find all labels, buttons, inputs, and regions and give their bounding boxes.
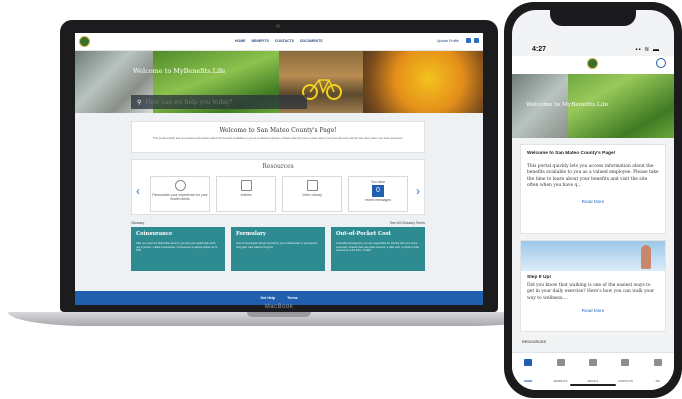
nav-contacts[interactable]: CONTACTS <box>275 39 294 43</box>
globe-icon <box>174 180 186 191</box>
search-icon[interactable] <box>466 38 471 43</box>
bicycle-icon <box>302 79 342 100</box>
read-more-link[interactable]: Read More <box>527 308 659 313</box>
nav-documents[interactable]: DOCUMENTS <box>300 39 323 43</box>
glossary-header: Glossary See All Glossary Terms <box>131 221 425 225</box>
message-count-badge: 0 <box>372 185 384 197</box>
nav-benefits[interactable]: BENEFITS <box>252 39 269 43</box>
tile-personalize[interactable]: Personalize your experience for your hea… <box>150 176 210 212</box>
tab-me[interactable]: ME <box>643 359 673 390</box>
home-indicator <box>570 384 616 386</box>
intro-body: This portal quickly lets you access info… <box>152 136 404 140</box>
glossary-card-coinsurance[interactable]: Coinsurance After you meet the deductibl… <box>131 227 225 271</box>
logo[interactable] <box>79 36 90 47</box>
runner-image <box>641 245 651 269</box>
phone-screen: 4:27 ▪▪ ≋ ▬ Welcome to MyBenefits.Life W… <box>512 10 674 390</box>
video-icon <box>306 180 318 191</box>
resources-label: RESOURCES <box>522 340 547 344</box>
glossary-see-all-link[interactable]: See All Glossary Terms <box>390 221 425 225</box>
tab-home[interactable]: HOME <box>513 359 543 390</box>
step-it-up-title: Step It Up! <box>527 275 551 280</box>
menu-icon[interactable] <box>474 38 479 43</box>
search-input[interactable] <box>145 98 296 106</box>
user-icon[interactable] <box>656 58 666 68</box>
phone-hero-welcome: Welcome to MyBenefits.Life <box>526 102 609 108</box>
footer-get-help-link[interactable]: Get Help <box>260 296 275 300</box>
laptop-screen: HOME BENEFITS CONTACTS DOCUMENTS Update … <box>75 33 483 305</box>
glossary-cards: Coinsurance After you meet the deductibl… <box>131 227 425 271</box>
nav-links: HOME BENEFITS CONTACTS DOCUMENTS <box>235 39 323 43</box>
update-profile-link[interactable]: Update Profile <box>437 39 459 43</box>
intro-title: Welcome to San Mateo County's Page! <box>219 127 337 134</box>
hero-image-leaf <box>363 51 483 113</box>
site-footer: Get Help Terms <box>75 291 483 305</box>
laptop-brand: MacBook <box>264 304 294 310</box>
contacts-icon <box>621 359 630 366</box>
chevron-left-icon[interactable]: ‹ <box>136 185 140 197</box>
resource-tiles: Personalize your experience for your hea… <box>150 176 408 212</box>
hero-search[interactable]: ⚲ <box>131 95 307 109</box>
read-more-link[interactable]: Read More <box>527 199 659 204</box>
laptop-notch <box>247 312 311 317</box>
resources-title: Resources <box>262 163 294 170</box>
mail-icon <box>588 359 597 366</box>
glossary-card-out-of-pocket[interactable]: Out-of-Pocket Cost A benefits arrangemen… <box>331 227 425 271</box>
search-icon: ⚲ <box>137 99 142 106</box>
tile-articles[interactable]: Articles <box>216 176 276 212</box>
intro-card: Welcome to San Mateo County's Page! This… <box>131 121 425 153</box>
step-it-up-body: Did you know that walking is one of the … <box>527 283 655 301</box>
resources-panel: Resources ‹ › Personalize your experienc… <box>131 159 425 215</box>
home-icon <box>524 359 533 366</box>
glossary-card-formulary[interactable]: Formulary A list of prescription drugs c… <box>231 227 325 271</box>
tile-video-library[interactable]: Video Library <box>282 176 342 212</box>
welcome-card: Welcome to San Mateo County's Page! This… <box>520 144 666 234</box>
step-it-up-card: Step It Up! Did you know that walking is… <box>520 240 666 332</box>
glossary-label: Glossary <box>131 221 145 225</box>
welcome-card-body: This portal quickly lets you access info… <box>527 164 659 189</box>
status-icons: ▪▪ ≋ ▬ <box>635 47 660 53</box>
people-icon <box>653 359 662 366</box>
status-time: 4:27 <box>532 46 547 53</box>
footer-terms-link[interactable]: Terms <box>287 296 298 300</box>
nav-home[interactable]: HOME <box>235 39 246 43</box>
folder-icon <box>556 359 565 366</box>
camera <box>276 24 280 28</box>
chevron-right-icon[interactable]: › <box>416 185 420 197</box>
hero-welcome: Welcome to MyBenefits.Life <box>133 67 226 75</box>
step-it-up-image <box>521 241 665 271</box>
welcome-card-title: Welcome to San Mateo County's Page! <box>527 151 616 156</box>
logo[interactable] <box>587 58 598 69</box>
phone-notch <box>550 10 636 26</box>
article-icon <box>240 180 252 191</box>
site-nav: HOME BENEFITS CONTACTS DOCUMENTS Update … <box>75 33 483 51</box>
tile-messages[interactable]: You have 0 recent messages <box>348 176 408 212</box>
nav-icons <box>466 38 479 43</box>
